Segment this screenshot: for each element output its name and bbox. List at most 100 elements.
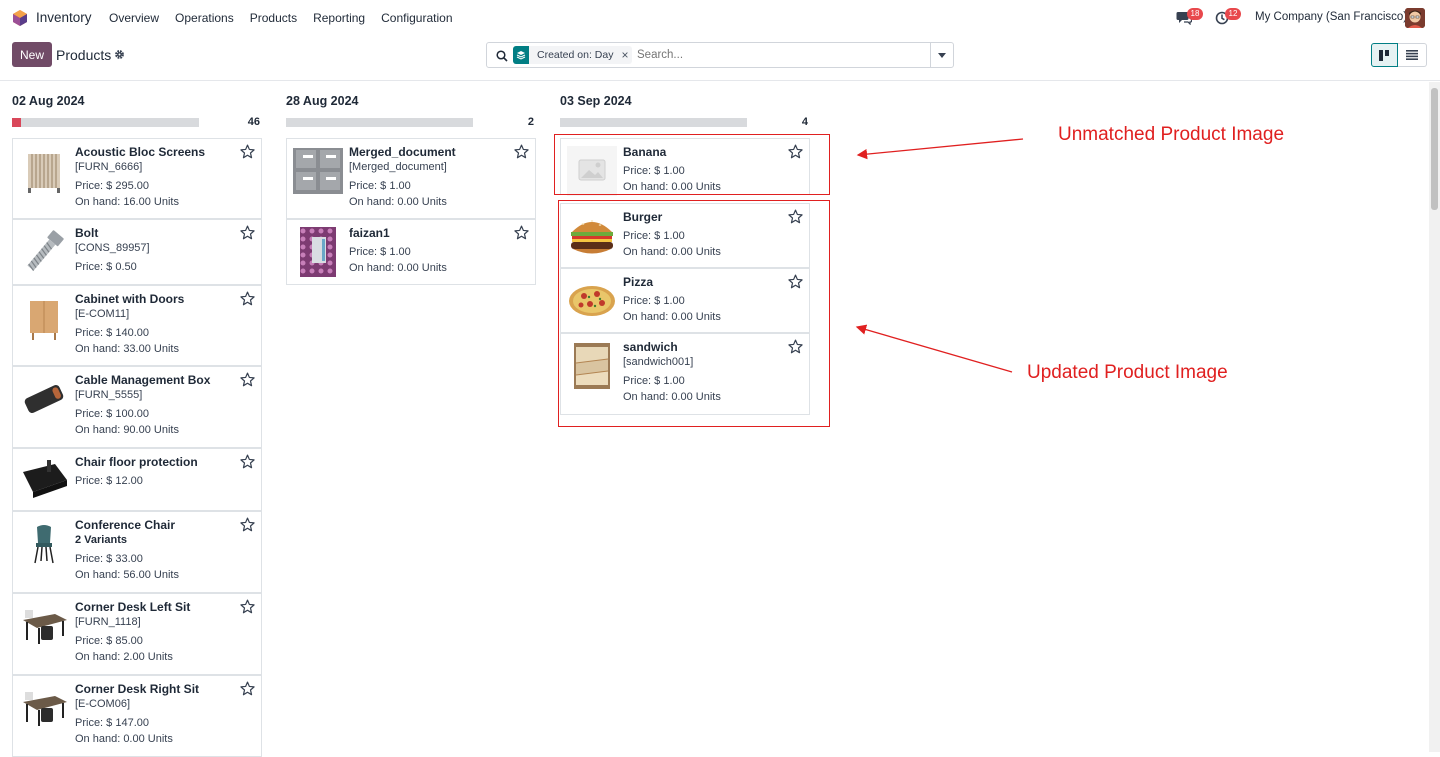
product-name: Acoustic Bloc Screens bbox=[75, 145, 206, 159]
product-variants: 2 Variants bbox=[75, 534, 127, 546]
product-name: Conference Chair bbox=[75, 518, 176, 532]
favorite-star-icon[interactable] bbox=[240, 225, 255, 240]
facet-remove-icon[interactable]: × bbox=[621, 46, 628, 64]
product-card[interactable]: Acoustic Bloc Screens [FURN_6666] Price: $… bbox=[12, 138, 262, 219]
control-panel-divider bbox=[0, 80, 1440, 81]
product-price: Price: $ 12.00 bbox=[75, 475, 143, 487]
menu-reporting[interactable]: Reporting bbox=[313, 11, 365, 25]
messages-badge: 18 bbox=[1187, 8, 1203, 20]
product-name: Merged_document bbox=[349, 145, 456, 159]
product-reference: [FURN_1118] bbox=[75, 616, 141, 628]
list-view-button[interactable] bbox=[1398, 43, 1427, 67]
scrollbar-thumb[interactable] bbox=[1431, 88, 1438, 210]
favorite-star-icon[interactable] bbox=[240, 517, 255, 532]
product-reference: [FURN_6666] bbox=[75, 161, 143, 173]
updated-annotation: Updated Product Image bbox=[1027, 362, 1228, 383]
column-title: 03 Sep 2024 bbox=[560, 94, 632, 108]
product-card[interactable]: Merged_document [Merged_document] Price: $… bbox=[286, 138, 536, 219]
menu-configuration[interactable]: Configuration bbox=[381, 11, 452, 25]
new-button[interactable]: New bbox=[12, 42, 52, 67]
activity-badge: 12 bbox=[1225, 8, 1241, 20]
product-price: Price: $ 85.00 bbox=[75, 635, 143, 647]
unmatched-arrow bbox=[856, 138, 1024, 160]
column-count: 46 bbox=[247, 116, 260, 128]
favorite-star-icon[interactable] bbox=[514, 225, 529, 240]
product-name: Corner Desk Left Sit bbox=[75, 600, 191, 614]
product-on-hand: On hand: 0.00 Units bbox=[349, 196, 447, 208]
product-price: Price: $ 100.00 bbox=[75, 408, 149, 420]
favorite-star-icon[interactable] bbox=[240, 454, 255, 469]
facet-label: Created on: Day bbox=[537, 49, 614, 61]
product-price: Price: $ 295.00 bbox=[75, 180, 149, 192]
product-card[interactable]: Corner Desk Left Sit [FURN_1118] Price: $ … bbox=[12, 593, 262, 675]
gear-icon[interactable] bbox=[114, 49, 125, 60]
acoustic-screen-image bbox=[19, 146, 69, 196]
menu-overview[interactable]: Overview bbox=[109, 11, 159, 25]
product-price: Price: $ 147.00 bbox=[75, 717, 149, 729]
desk-image bbox=[19, 601, 69, 651]
column-progress-bar[interactable] bbox=[286, 118, 473, 127]
app-name[interactable]: Inventory bbox=[36, 10, 92, 25]
chair-image bbox=[19, 519, 69, 569]
document-image bbox=[293, 146, 343, 196]
group-by-facet[interactable]: Created on: Day × bbox=[513, 46, 633, 64]
layers-icon bbox=[513, 46, 529, 64]
column-progress-bar[interactable] bbox=[560, 118, 747, 127]
desk-image bbox=[19, 683, 69, 733]
menu-operations[interactable]: Operations bbox=[175, 11, 234, 25]
column-title: 28 Aug 2024 bbox=[286, 94, 359, 108]
updated-highlight-box bbox=[558, 200, 830, 427]
product-name: faizan1 bbox=[349, 226, 390, 240]
product-card[interactable]: Conference Chair 2 Variants Price: $ 33.00… bbox=[12, 511, 262, 593]
main-menu: Overview Operations Products Reporting C… bbox=[109, 11, 469, 25]
updated-arrow bbox=[855, 324, 1013, 373]
column-count: 4 bbox=[801, 116, 808, 128]
product-name: Cabinet with Doors bbox=[75, 292, 185, 306]
cabinet-image bbox=[19, 293, 69, 343]
favorite-star-icon[interactable] bbox=[240, 144, 255, 159]
page-title: Products bbox=[56, 47, 112, 63]
favorite-star-icon[interactable] bbox=[240, 681, 255, 696]
inventory-app-icon[interactable] bbox=[12, 10, 28, 26]
product-price: Price: $ 140.00 bbox=[75, 327, 149, 339]
product-reference: [Merged_document] bbox=[349, 161, 447, 173]
caret-down-icon bbox=[938, 52, 946, 58]
favorite-star-icon[interactable] bbox=[240, 291, 255, 306]
kanban-icon bbox=[1379, 49, 1389, 61]
product-card[interactable]: faizan1 Price: $ 1.00 On hand: 0.00 Units bbox=[286, 219, 536, 285]
product-price: Price: $ 1.00 bbox=[349, 180, 411, 192]
product-reference: [FURN_5555] bbox=[75, 389, 143, 401]
top-navbar: Inventory Overview Operations Products R… bbox=[0, 0, 1440, 36]
column-count: 2 bbox=[527, 116, 534, 128]
product-on-hand: On hand: 56.00 Units bbox=[75, 569, 179, 581]
unmatched-annotation: Unmatched Product Image bbox=[1058, 124, 1285, 145]
column-progress-bar[interactable] bbox=[12, 118, 199, 127]
search-bar: Created on: Day × bbox=[486, 42, 954, 68]
product-name: Corner Desk Right Sit bbox=[75, 682, 200, 696]
floor-protection-image bbox=[19, 456, 69, 506]
search-icon[interactable] bbox=[496, 50, 508, 62]
product-card[interactable]: Cable Management Box [FURN_5555] Price: $ … bbox=[12, 366, 262, 448]
product-card[interactable]: Corner Desk Right Sit [E-COM06] Price: $ 1… bbox=[12, 675, 262, 757]
product-card[interactable]: Cabinet with Doors [E-COM11] Price: $ 140.… bbox=[12, 285, 262, 366]
product-name: Bolt bbox=[75, 226, 99, 240]
product-card[interactable]: Bolt [CONS_89957] Price: $ 0.50 bbox=[12, 219, 262, 285]
product-name: Chair floor protection bbox=[75, 455, 198, 469]
product-name: Cable Management Box bbox=[75, 373, 211, 387]
kanban-view-button[interactable] bbox=[1371, 43, 1398, 67]
product-card[interactable]: Chair floor protection Price: $ 12.00 bbox=[12, 448, 262, 511]
company-switcher[interactable]: My Company (San Francisco) bbox=[1255, 11, 1407, 23]
column-title: 02 Aug 2024 bbox=[12, 94, 85, 108]
product-on-hand: On hand: 2.00 Units bbox=[75, 651, 173, 663]
favorite-star-icon[interactable] bbox=[514, 144, 529, 159]
search-options-toggle[interactable] bbox=[930, 43, 953, 67]
favorite-star-icon[interactable] bbox=[240, 372, 255, 387]
user-avatar[interactable] bbox=[1405, 8, 1425, 28]
bolt-image bbox=[19, 227, 69, 277]
search-input[interactable] bbox=[637, 46, 927, 64]
product-on-hand: On hand: 90.00 Units bbox=[75, 424, 179, 436]
product-reference: [CONS_89957] bbox=[75, 242, 150, 254]
menu-products[interactable]: Products bbox=[250, 11, 297, 25]
product-on-hand: On hand: 0.00 Units bbox=[349, 262, 447, 274]
favorite-star-icon[interactable] bbox=[240, 599, 255, 614]
